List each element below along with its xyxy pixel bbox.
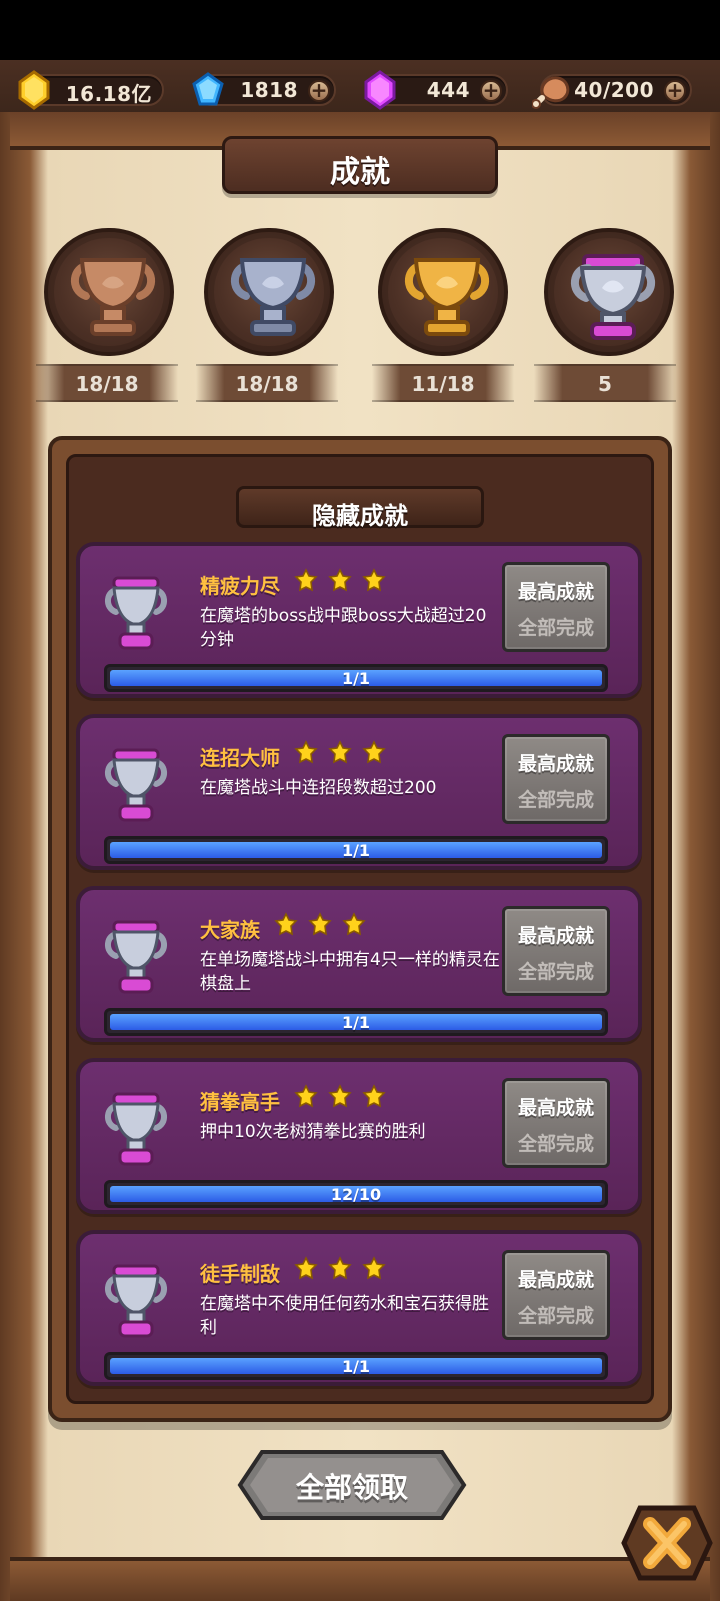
achievement-description: 在魔塔中不使用任何药水和宝石获得胜利 xyxy=(200,1294,489,1338)
gold-trophy-icon xyxy=(405,258,489,336)
button-line-2: 全部完成 xyxy=(517,961,594,983)
gem-counter: 444 + xyxy=(364,70,508,110)
button-line-2: 全部完成 xyxy=(517,1305,594,1327)
achievement-trophy-icon xyxy=(105,1092,167,1166)
achievement-progress-bar: 1/1 xyxy=(104,1352,608,1380)
achievements-screen: 16.18亿 1818 + 444 + 40/200 + 成就 18/18 18… xyxy=(0,0,720,1601)
bronze-trophy-count: 18/18 xyxy=(36,364,178,402)
page-title: 成就 xyxy=(330,155,390,190)
star-icon xyxy=(342,912,366,936)
button-line-1: 最高成就 xyxy=(517,753,594,775)
achievement-card: 连招大师 在魔塔战斗中连招段数超过200 最高成就 全部完成 1/1 xyxy=(76,714,642,870)
achievement-status-button[interactable]: 最高成就 全部完成 xyxy=(502,562,610,652)
add-gem-button[interactable]: + xyxy=(480,80,502,102)
achievement-trophy-icon xyxy=(105,576,167,650)
gold-trophy-slot[interactable] xyxy=(378,228,508,356)
gem-value: 444 xyxy=(426,78,470,102)
star-icon xyxy=(328,1256,352,1280)
achievement-status-button[interactable]: 最高成就 全部完成 xyxy=(502,1078,610,1168)
meat-icon xyxy=(532,76,570,109)
achievement-card: 精疲力尽 在魔塔的boss战中跟boss大战超过20分钟 最高成就 全部完成 1… xyxy=(76,542,642,698)
star-icon xyxy=(328,568,352,592)
gold-counter: 16.18亿 xyxy=(18,70,164,110)
achievement-status-button[interactable]: 最高成就 全部完成 xyxy=(502,1250,610,1340)
achievement-status-button[interactable]: 最高成就 全部完成 xyxy=(502,906,610,996)
achievement-card: 猜拳高手 押中10次老树猜拳比赛的胜利 最高成就 全部完成 12/10 xyxy=(76,1058,642,1214)
progress-text: 1/1 xyxy=(341,1013,371,1032)
button-line-1: 最高成就 xyxy=(517,925,594,947)
achievement-description: 在魔塔的boss战中跟boss大战超过20分钟 xyxy=(200,606,487,650)
star-icon xyxy=(308,912,332,936)
achievement-status-button[interactable]: 最高成就 全部完成 xyxy=(502,734,610,824)
star-icon xyxy=(362,568,386,592)
silver-trophy-icon xyxy=(231,258,315,336)
stamina-value: 40/200 xyxy=(574,78,654,102)
gold-value: 16.18亿 xyxy=(65,82,152,106)
achievement-title: 大家族 xyxy=(200,918,260,942)
achievement-description: 在单场魔塔战斗中拥有4只一样的精灵在棋盘上 xyxy=(200,950,500,994)
button-line-2: 全部完成 xyxy=(517,617,594,639)
achievement-progress-bar: 1/1 xyxy=(104,1008,608,1036)
achievement-stars xyxy=(294,568,386,594)
diamond-counter: 1818 + xyxy=(192,72,336,106)
achievement-stars xyxy=(274,912,366,938)
achievement-title: 连招大师 xyxy=(200,746,280,770)
achievement-stars xyxy=(294,740,386,766)
diamond-value: 1818 xyxy=(240,78,298,102)
star-icon xyxy=(294,740,318,764)
progress-text: 1/1 xyxy=(341,1357,371,1376)
progress-text: 12/10 xyxy=(330,1185,382,1204)
achievement-progress-bar: 1/1 xyxy=(104,664,608,692)
star-icon xyxy=(362,740,386,764)
achievement-title: 精疲力尽 xyxy=(200,574,280,598)
achievement-progress-bar: 1/1 xyxy=(104,836,608,864)
star-icon xyxy=(294,1084,318,1108)
button-line-2: 全部完成 xyxy=(517,1133,594,1155)
add-diamond-button[interactable]: + xyxy=(308,80,330,102)
star-icon xyxy=(328,740,352,764)
button-line-1: 最高成就 xyxy=(517,1269,594,1291)
star-icon xyxy=(328,1084,352,1108)
achievement-stars xyxy=(294,1084,386,1110)
claim-all-label: 全部领取 xyxy=(295,1471,408,1504)
achievement-trophy-icon xyxy=(105,920,167,994)
close-icon[interactable] xyxy=(618,1494,716,1592)
achievement-trophy-icon xyxy=(105,1264,167,1338)
achievement-title: 徒手制敌 xyxy=(200,1262,280,1286)
claim-all-button[interactable]: 全部领取 xyxy=(236,1448,468,1522)
add-stamina-button[interactable]: + xyxy=(664,80,686,102)
hidden-trophy-slot[interactable] xyxy=(544,228,674,356)
section-title: 隐藏成就 xyxy=(236,486,484,530)
silver-trophy-slot[interactable] xyxy=(204,228,334,356)
button-line-1: 最高成就 xyxy=(517,581,594,603)
achievement-progress-bar: 12/10 xyxy=(104,1180,608,1208)
achievement-card: 徒手制敌 在魔塔中不使用任何药水和宝石获得胜利 最高成就 全部完成 1/1 xyxy=(76,1230,642,1386)
achievement-card: 大家族 在单场魔塔战斗中拥有4只一样的精灵在棋盘上 最高成就 全部完成 1/1 xyxy=(76,886,642,1042)
button-line-1: 最高成就 xyxy=(517,1097,594,1119)
achievement-stars xyxy=(294,1256,386,1282)
bronze-trophy-slot[interactable] xyxy=(44,228,174,356)
achievement-description: 押中10次老树猜拳比赛的胜利 xyxy=(200,1122,426,1142)
page-title-banner: 成就 xyxy=(222,136,498,194)
bronze-trophy-icon xyxy=(71,258,155,336)
diamond-icon xyxy=(192,72,224,106)
achievement-title: 猜拳高手 xyxy=(200,1090,280,1114)
achievement-trophy-icon xyxy=(105,748,167,822)
silver-trophy-count: 18/18 xyxy=(196,364,338,402)
purple-gem-icon xyxy=(364,70,396,110)
achievement-description: 在魔塔战斗中连招段数超过200 xyxy=(200,778,437,798)
star-icon xyxy=(362,1256,386,1280)
gold-crystal-icon xyxy=(18,70,50,110)
star-icon xyxy=(294,568,318,592)
progress-text: 1/1 xyxy=(341,669,371,688)
hidden-trophy-count: 5 xyxy=(534,364,676,402)
progress-text: 1/1 xyxy=(341,841,371,860)
hidden-trophy-icon xyxy=(571,254,655,340)
gold-trophy-count: 11/18 xyxy=(372,364,514,402)
star-icon xyxy=(362,1084,386,1108)
stamina-counter: 40/200 + xyxy=(532,74,692,109)
button-line-2: 全部完成 xyxy=(517,789,594,811)
star-icon xyxy=(274,912,298,936)
star-icon xyxy=(294,1256,318,1280)
